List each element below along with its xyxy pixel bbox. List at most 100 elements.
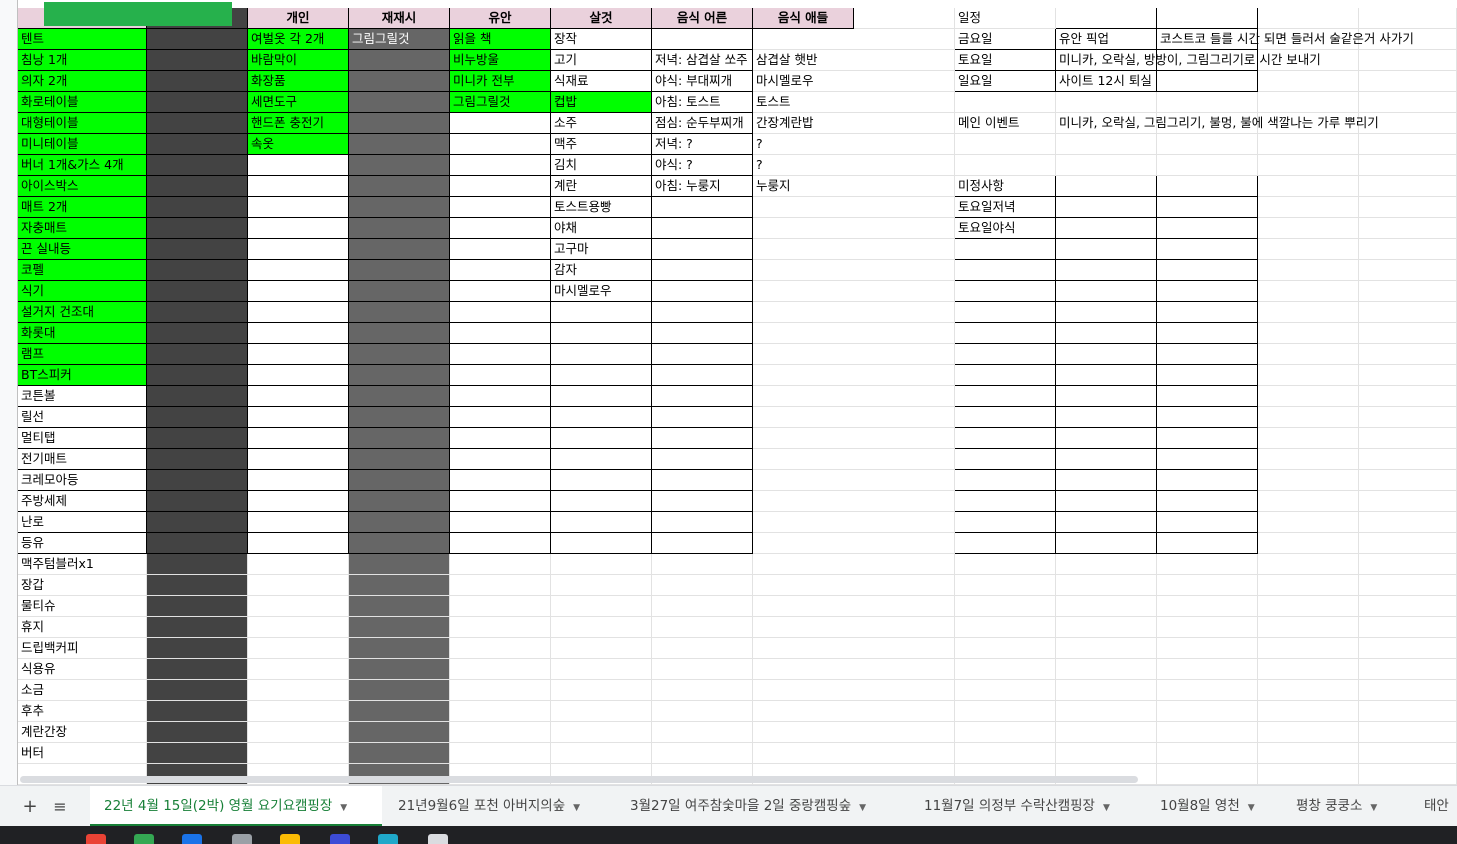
cell-l10[interactable] <box>1157 197 1258 218</box>
store-icon[interactable] <box>182 834 202 844</box>
cell-g18[interactable] <box>652 365 753 386</box>
app3-icon[interactable] <box>428 834 448 844</box>
cell-j2[interactable]: 금요일 <box>955 29 1056 50</box>
cell-l2[interactable]: 코스트코 들를 시간 되면 들러서 술같은거 사가기 <box>1157 29 1414 50</box>
cell-i30[interactable] <box>854 617 955 638</box>
add-sheet-button[interactable]: + <box>20 786 40 827</box>
tab-dropdown-icon[interactable]: ▼ <box>1370 803 1377 813</box>
cell-m18[interactable] <box>1258 365 1359 386</box>
cell-f28[interactable] <box>551 575 652 596</box>
cell-k14[interactable] <box>1056 281 1157 302</box>
cell-h18[interactable] <box>753 365 854 386</box>
cell-l33[interactable] <box>1157 680 1258 701</box>
cell-i14[interactable] <box>854 281 955 302</box>
cell-l1[interactable] <box>1157 8 1258 29</box>
cell-b10[interactable] <box>147 197 248 218</box>
cell-g2[interactable] <box>652 29 753 50</box>
cell-a30[interactable]: 휴지 <box>18 617 147 638</box>
cell-m14[interactable] <box>1258 281 1359 302</box>
cell-n10[interactable] <box>1359 197 1457 218</box>
cell-g5[interactable]: 아침: 토스트 <box>652 92 753 113</box>
cell-l7[interactable] <box>1157 134 1258 155</box>
cell-e31[interactable] <box>450 638 551 659</box>
cell-j21[interactable] <box>955 428 1056 449</box>
cell-a17[interactable]: 램프 <box>18 344 147 365</box>
cell-m30[interactable] <box>1258 617 1359 638</box>
cell-e1[interactable]: 유안 <box>450 8 551 29</box>
cell-d33[interactable] <box>349 680 450 701</box>
cell-f15[interactable] <box>551 302 652 323</box>
cell-i25[interactable] <box>854 512 955 533</box>
cell-n35[interactable] <box>1359 722 1457 743</box>
cell-k21[interactable] <box>1056 428 1157 449</box>
cell-c35[interactable] <box>248 722 349 743</box>
cell-i3[interactable] <box>854 50 955 71</box>
cell-c17[interactable] <box>248 344 349 365</box>
cell-h15[interactable] <box>753 302 854 323</box>
cell-j22[interactable] <box>955 449 1056 470</box>
cell-b12[interactable] <box>147 239 248 260</box>
cell-f34[interactable] <box>551 701 652 722</box>
cell-a13[interactable]: 코펠 <box>18 260 147 281</box>
cell-a22[interactable]: 전기매트 <box>18 449 147 470</box>
cell-f12[interactable]: 고구마 <box>551 239 652 260</box>
cell-k36[interactable] <box>1056 743 1157 764</box>
cell-g3[interactable]: 저녁: 삼겹살 쏘주 <box>652 50 753 71</box>
cell-i7[interactable] <box>854 134 955 155</box>
cell-h14[interactable] <box>753 281 854 302</box>
cell-l27[interactable] <box>1157 554 1258 575</box>
cell-d8[interactable] <box>349 155 450 176</box>
cell-h32[interactable] <box>753 659 854 680</box>
cell-k1[interactable] <box>1056 8 1157 29</box>
cell-i29[interactable] <box>854 596 955 617</box>
cell-e12[interactable] <box>450 239 551 260</box>
sheet-tab-4[interactable]: 11월7일 의정부 수락산캠핑장 ▼ <box>910 786 1136 827</box>
cell-a8[interactable]: 버너 1개&가스 4개 <box>18 155 147 176</box>
cell-f26[interactable] <box>551 533 652 554</box>
tab-dropdown-icon[interactable]: ▼ <box>573 803 580 813</box>
cell-e20[interactable] <box>450 407 551 428</box>
cell-m32[interactable] <box>1258 659 1359 680</box>
cell-c28[interactable] <box>248 575 349 596</box>
cell-c27[interactable] <box>248 554 349 575</box>
cell-d20[interactable] <box>349 407 450 428</box>
cell-e17[interactable] <box>450 344 551 365</box>
cell-d29[interactable] <box>349 596 450 617</box>
cell-j5[interactable] <box>955 92 1056 113</box>
cell-b27[interactable] <box>147 554 248 575</box>
cell-j1[interactable]: 일정 <box>955 8 1056 29</box>
cell-l14[interactable] <box>1157 281 1258 302</box>
cell-l26[interactable] <box>1157 533 1258 554</box>
cell-h5[interactable]: 토스트 <box>753 92 854 113</box>
cell-m36[interactable] <box>1258 743 1359 764</box>
cell-n16[interactable] <box>1359 323 1457 344</box>
cell-g35[interactable] <box>652 722 753 743</box>
cell-d15[interactable] <box>349 302 450 323</box>
cell-h16[interactable] <box>753 323 854 344</box>
cell-n23[interactable] <box>1359 470 1457 491</box>
cell-f23[interactable] <box>551 470 652 491</box>
cell-f3[interactable]: 고기 <box>551 50 652 71</box>
cell-k19[interactable] <box>1056 386 1157 407</box>
cell-l31[interactable] <box>1157 638 1258 659</box>
cell-e27[interactable] <box>450 554 551 575</box>
cell-h4[interactable]: 마시멜로우 <box>753 71 854 92</box>
cell-k32[interactable] <box>1056 659 1157 680</box>
cell-j25[interactable] <box>955 512 1056 533</box>
cell-i27[interactable] <box>854 554 955 575</box>
cell-e18[interactable] <box>450 365 551 386</box>
cell-i9[interactable] <box>854 176 955 197</box>
cell-g29[interactable] <box>652 596 753 617</box>
cell-a19[interactable]: 코튼볼 <box>18 386 147 407</box>
cell-m19[interactable] <box>1258 386 1359 407</box>
cell-b6[interactable] <box>147 113 248 134</box>
cell-b13[interactable] <box>147 260 248 281</box>
cell-b7[interactable] <box>147 134 248 155</box>
cell-g26[interactable] <box>652 533 753 554</box>
cell-k10[interactable] <box>1056 197 1157 218</box>
cell-i23[interactable] <box>854 470 955 491</box>
cell-g8[interactable]: 야식: ? <box>652 155 753 176</box>
cell-h35[interactable] <box>753 722 854 743</box>
cell-f9[interactable]: 계란 <box>551 176 652 197</box>
cell-c36[interactable] <box>248 743 349 764</box>
